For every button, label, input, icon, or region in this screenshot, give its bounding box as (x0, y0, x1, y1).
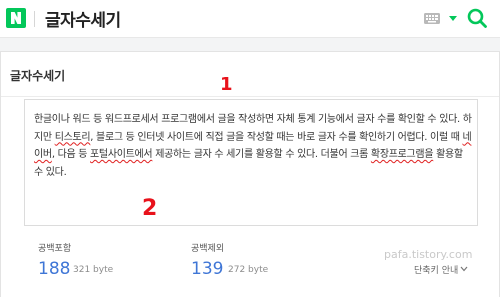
keyboard-icon[interactable] (424, 13, 440, 24)
page-title: 글자수세기 (45, 11, 121, 31)
text-segment: 제공하는 글자 수 세기를 활용할 수 있다. 더불어 크롬 (152, 149, 371, 160)
annotation-number-1: 1 (220, 74, 233, 95)
top-bar: 글자수세기 (0, 0, 500, 38)
text-segment: , 다음 등 (51, 149, 91, 160)
spellcheck-word: 확장프로그램을 (370, 149, 434, 160)
annotation-number-2: 2 (142, 196, 158, 221)
dropdown-caret-icon[interactable] (448, 13, 458, 23)
without-spaces-bytes: 272 byte (228, 265, 269, 275)
without-spaces-count: 139 (191, 259, 224, 279)
spellcheck-word: 포털사이트에서 (90, 149, 153, 160)
editor-text[interactable]: 한글이나 워드 등 워드프로세서 프로그램에서 글을 작성하면 자체 통계 기능… (34, 111, 474, 181)
search-icon[interactable] (466, 7, 488, 29)
chevron-down-icon[interactable] (460, 266, 468, 272)
text-input-area[interactable]: 한글이나 워드 등 워드프로세서 프로그램에서 글을 작성하면 자체 통계 기능… (24, 99, 478, 226)
card-title: 글자수세기 (10, 69, 66, 83)
shortcut-guide-button[interactable]: 단축키 안내 (414, 263, 458, 276)
with-spaces-label: 공백포함 (38, 244, 72, 254)
char-counter-card: 글자수세기 한글이나 워드 등 워드프로세서 프로그램에서 글을 작성하면 자체… (0, 51, 500, 297)
without-spaces-label: 공백제외 (191, 244, 225, 254)
header-divider (34, 11, 35, 27)
with-spaces-count: 188 (38, 259, 71, 279)
with-spaces-bytes: 321 byte (73, 265, 114, 275)
watermark: pafa.tistory.com (384, 248, 473, 261)
text-segment: , 블로그 등 인터넷 사이트에 직접 글을 작성할 때는 바로 글자 수를 확… (90, 131, 463, 143)
naver-logo-icon[interactable] (6, 8, 26, 28)
spellcheck-word: 티스토리 (54, 131, 91, 143)
card-header: 글자수세기 (1, 52, 499, 97)
